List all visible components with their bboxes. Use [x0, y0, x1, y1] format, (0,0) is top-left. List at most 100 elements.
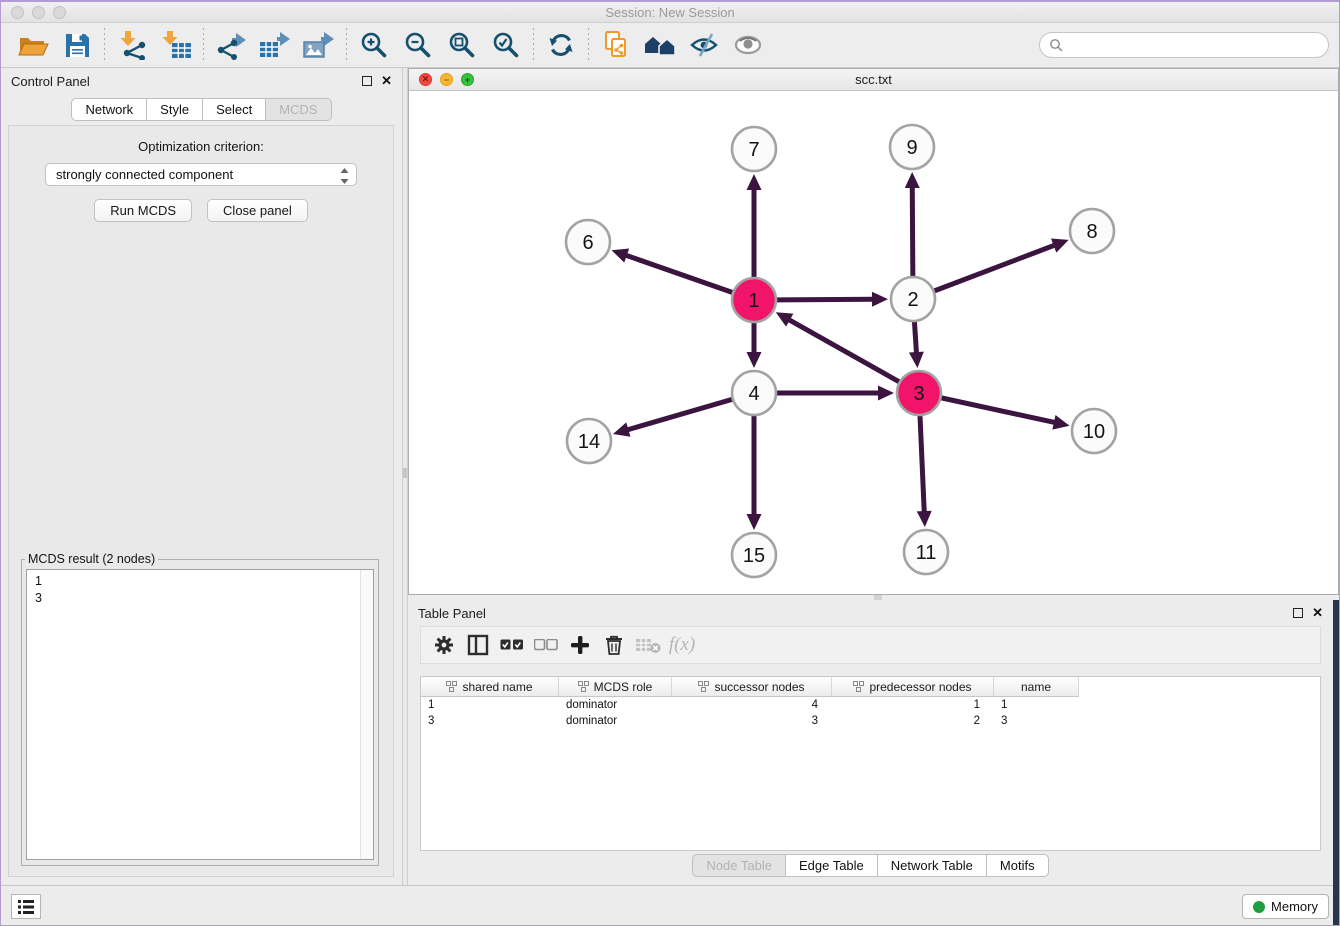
- graph-node-6[interactable]: 6: [566, 220, 610, 264]
- run-mcds-button[interactable]: Run MCDS: [94, 199, 192, 222]
- create-column-button[interactable]: [565, 630, 595, 660]
- close-panel-button[interactable]: Close panel: [207, 199, 308, 222]
- table-cell[interactable]: dominator: [559, 699, 672, 711]
- float-panel-icon[interactable]: [362, 76, 372, 86]
- table-cell[interactable]: 1: [421, 699, 559, 711]
- table-toolbar: f(x): [420, 626, 1321, 664]
- eye-slash-icon: [689, 30, 719, 60]
- tab-network[interactable]: Network: [71, 98, 147, 121]
- close-panel-icon[interactable]: ✕: [381, 76, 392, 86]
- table-cell[interactable]: 4: [672, 699, 832, 711]
- float-panel-icon[interactable]: [1293, 608, 1303, 618]
- network-canvas[interactable]: 7 9 6 8 1 2 4 3 14 10 15 11: [409, 91, 1338, 594]
- splitter-grip[interactable]: [403, 468, 407, 478]
- table-cell[interactable]: 1: [994, 699, 1079, 711]
- select-all-columns-button[interactable]: [497, 630, 527, 660]
- table-panel-header: Table Panel ✕: [408, 600, 1333, 626]
- window-titlebar: Session: New Session: [1, 2, 1339, 23]
- memory-button[interactable]: Memory: [1242, 894, 1329, 919]
- graph-arrowhead: [747, 352, 762, 368]
- graph-node-4[interactable]: 4: [732, 371, 776, 415]
- main-toolbar: [1, 23, 1339, 68]
- import-table-icon: [159, 30, 193, 60]
- clone-network-icon: [600, 30, 632, 60]
- zoom-selected-button[interactable]: [484, 26, 528, 64]
- search-icon: [1049, 38, 1063, 52]
- graph-node-1[interactable]: 1: [732, 278, 776, 322]
- zoom-fit-button[interactable]: [440, 26, 484, 64]
- unselect-all-columns-button[interactable]: [531, 630, 561, 660]
- status-bar: Memory: [1, 885, 1339, 925]
- unchecked-boxes-icon: [534, 639, 558, 651]
- graph-node-7[interactable]: 7: [732, 127, 776, 171]
- show-hidden-button[interactable]: [726, 26, 770, 64]
- network-frame-titlebar: ✕ − + scc.txt: [409, 69, 1338, 91]
- search-field[interactable]: [1039, 32, 1329, 58]
- table-cell[interactable]: dominator: [559, 715, 672, 727]
- show-networks-button[interactable]: [638, 26, 682, 64]
- delete-table-icon: [635, 636, 661, 654]
- network-graph[interactable]: 7 9 6 8 1 2 4 3 14 10 15 11: [409, 91, 1338, 594]
- close-panel-icon[interactable]: ✕: [1312, 608, 1323, 618]
- column-header-name[interactable]: name: [994, 677, 1079, 697]
- graph-arrowhead: [905, 172, 920, 188]
- zoom-selected-icon: [491, 30, 521, 60]
- graph-node-14[interactable]: 14: [567, 419, 611, 463]
- column-type-icon: [698, 681, 709, 692]
- tab-motifs[interactable]: Motifs: [986, 854, 1049, 877]
- refresh-view-button[interactable]: [539, 26, 583, 64]
- column-header-predecessor-nodes[interactable]: predecessor nodes: [832, 677, 994, 697]
- graph-node-8[interactable]: 8: [1070, 209, 1114, 253]
- export-table-icon: [258, 30, 292, 60]
- tab-style[interactable]: Style: [146, 98, 203, 121]
- result-scrollbar[interactable]: [360, 570, 373, 859]
- table-row[interactable]: 3dominator323: [421, 713, 1320, 729]
- save-session-button[interactable]: [55, 26, 99, 64]
- column-header-mcds-role[interactable]: MCDS role: [559, 677, 672, 697]
- criterion-select[interactable]: strongly connected component: [45, 163, 357, 186]
- graph-arrowhead: [917, 511, 932, 527]
- export-table-button[interactable]: [253, 26, 297, 64]
- tab-edge-table[interactable]: Edge Table: [785, 854, 878, 877]
- export-image-button[interactable]: [297, 26, 341, 64]
- graph-node-15[interactable]: 15: [732, 533, 776, 577]
- table-cell[interactable]: 3: [672, 715, 832, 727]
- graph-node-2[interactable]: 2: [891, 277, 935, 321]
- zoom-in-button[interactable]: [352, 26, 396, 64]
- clone-network-button[interactable]: [594, 26, 638, 64]
- table-cell[interactable]: 3: [994, 715, 1079, 727]
- hide-selected-button[interactable]: [682, 26, 726, 64]
- graph-node-3[interactable]: 3: [897, 371, 941, 415]
- import-network-button[interactable]: [110, 26, 154, 64]
- table-row[interactable]: 1dominator411: [421, 697, 1320, 713]
- optimization-criterion-label: Optimization criterion:: [9, 139, 393, 154]
- table-settings-button[interactable]: [429, 630, 459, 660]
- mcds-result-box[interactable]: 1 3: [26, 569, 374, 860]
- checked-boxes-icon: [500, 639, 524, 651]
- tab-select[interactable]: Select: [202, 98, 266, 121]
- open-session-button[interactable]: [11, 26, 55, 64]
- task-history-button[interactable]: [11, 894, 41, 919]
- column-header-shared-name[interactable]: shared name: [421, 677, 559, 697]
- delete-table-button: [633, 630, 663, 660]
- mcds-panel-content: Optimization criterion: strongly connect…: [8, 125, 394, 877]
- tab-mcds[interactable]: MCDS: [265, 98, 331, 121]
- search-input[interactable]: [1069, 38, 1319, 53]
- graph-node-11[interactable]: 11: [904, 530, 948, 574]
- table-cell[interactable]: 2: [832, 715, 994, 727]
- import-table-button[interactable]: [154, 26, 198, 64]
- delete-columns-button[interactable]: [599, 630, 629, 660]
- table-cell[interactable]: 3: [421, 715, 559, 727]
- tab-node-table[interactable]: Node Table: [692, 854, 786, 877]
- zoom-out-button[interactable]: [396, 26, 440, 64]
- column-header-successor-nodes[interactable]: successor nodes: [672, 677, 832, 697]
- export-network-button[interactable]: [209, 26, 253, 64]
- show-column-button[interactable]: [463, 630, 493, 660]
- save-floppy-icon: [62, 31, 92, 59]
- tab-network-table[interactable]: Network Table: [877, 854, 987, 877]
- table-header-row: shared name MCDS role successor nodes pr…: [421, 677, 1320, 697]
- graph-node-9[interactable]: 9: [890, 125, 934, 169]
- table-cell[interactable]: 1: [832, 699, 994, 711]
- svg-text:9: 9: [906, 137, 917, 159]
- graph-node-10[interactable]: 10: [1072, 409, 1116, 453]
